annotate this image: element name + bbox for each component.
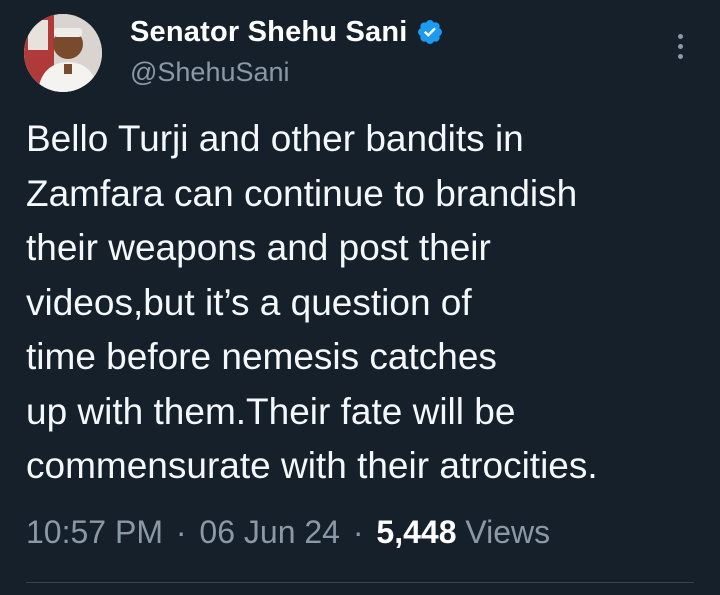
tweet-text-line: Bello Turji and other bandits in [26,118,524,159]
tweet-text: Bello Turji and other bandits in Zamfara… [26,112,706,494]
tweet-text-line: videos,but it’s a question of [26,281,472,323]
more-dot [677,43,683,49]
tweet-text-line: commensurate with their atrocities. [26,445,598,486]
more-dot [677,53,683,59]
tweet-text-line: their weapons and post their [26,227,491,268]
views-count[interactable]: 5,448 [376,514,456,550]
divider [26,582,694,583]
verified-badge-icon[interactable] [416,18,444,46]
views-label: Views [465,514,551,550]
meta-separator: · [175,514,187,550]
meta-separator: · [352,514,364,550]
author-name-row: Senator Shehu Sani [130,14,444,50]
more-options-icon[interactable] [666,26,694,66]
author-handle[interactable]: @ShehuSani [130,57,290,88]
tweet-meta: 10:57 PM · 06 Jun 24 · 5,448 Views [26,514,550,551]
avatar-image [24,14,102,92]
avatar[interactable] [24,14,102,92]
tweet-text-line: Zamfara can continue to brandish [26,172,578,214]
tweet-text-line: up with them.Their fate will be [26,390,516,432]
tweet-text-line: time before nemesis catches [26,336,497,377]
author-display-name[interactable]: Senator Shehu Sani [130,16,408,49]
tweet-card: Senator Shehu Sani @ShehuSani Bello Turj… [0,0,720,595]
more-dot [677,33,683,39]
tweet-date[interactable]: 06 Jun 24 [199,514,340,550]
tweet-time[interactable]: 10:57 PM [26,514,163,550]
